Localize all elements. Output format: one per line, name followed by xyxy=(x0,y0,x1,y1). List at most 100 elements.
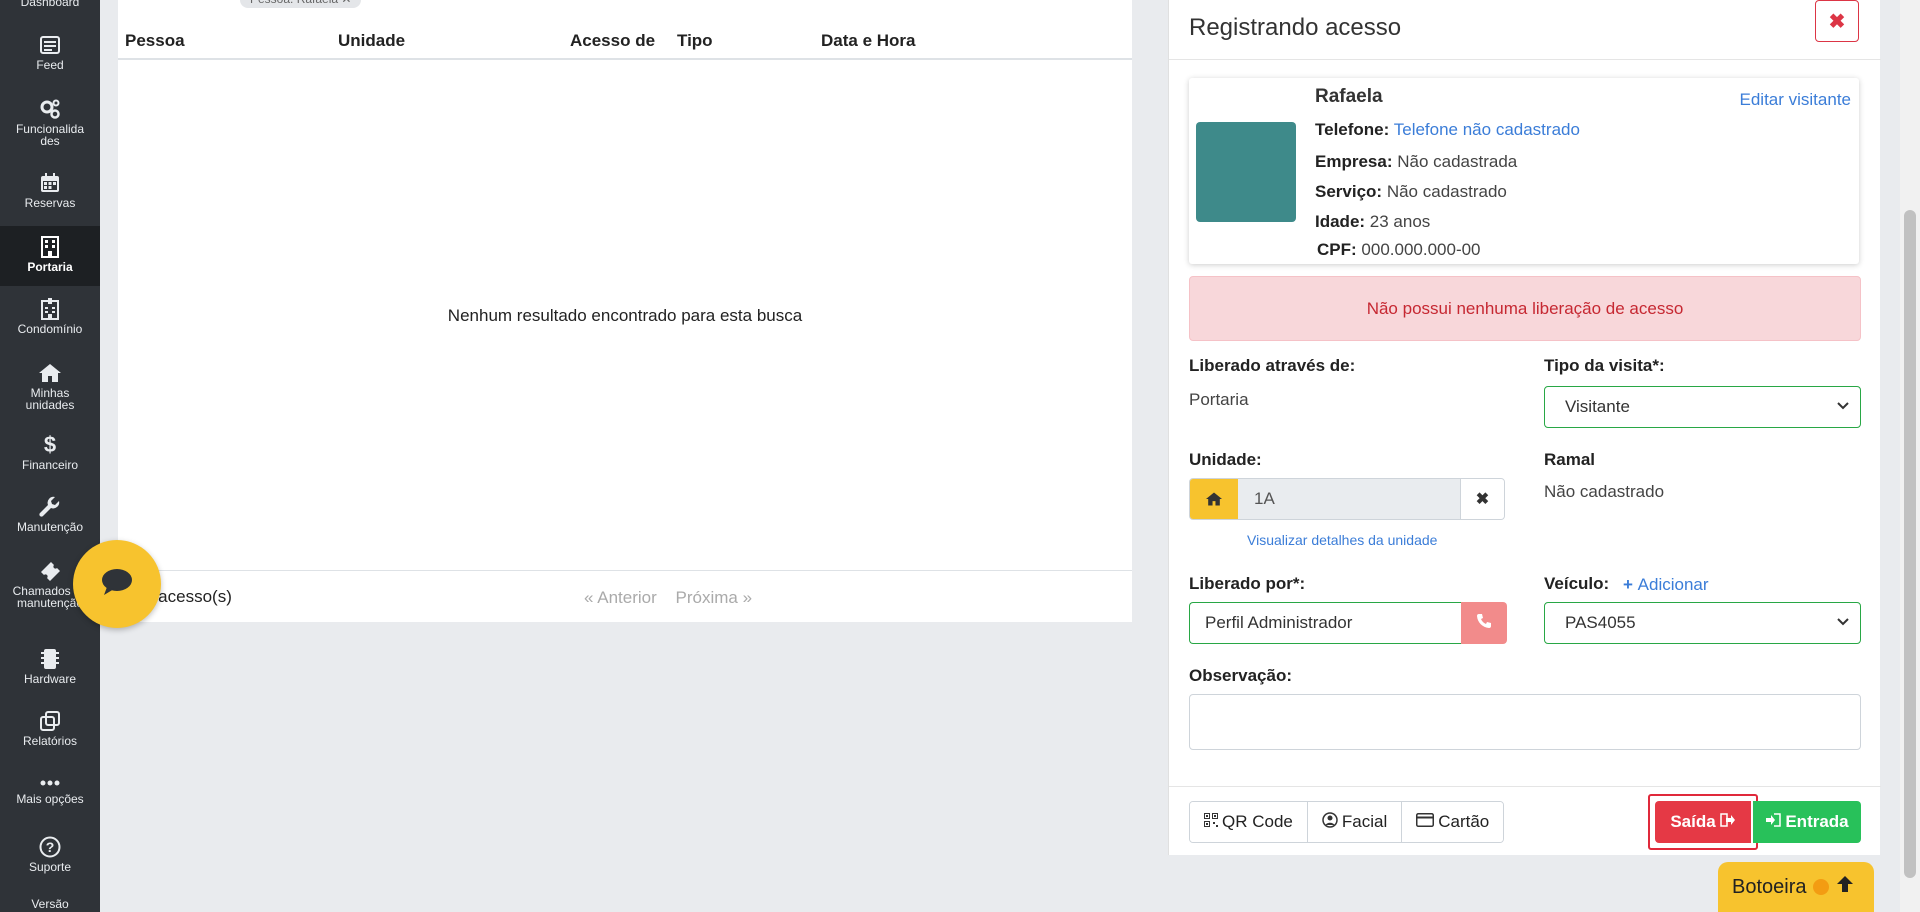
visitor-age: Idade: 23 anos xyxy=(1315,212,1430,232)
home-icon[interactable] xyxy=(1190,479,1238,519)
sidebar-item-label: Dashboard xyxy=(20,0,80,9)
add-vehicle-link[interactable]: + Adicionar xyxy=(1623,575,1709,595)
page-scrollbar[interactable] xyxy=(1900,0,1920,912)
visit-type-label: Tipo da visita*: xyxy=(1544,356,1665,375)
chip-icon xyxy=(39,648,61,670)
sidebar-item-label: Portaria xyxy=(27,260,73,274)
sidebar-item-hardware[interactable]: Hardware xyxy=(0,648,100,688)
question-icon: ? xyxy=(39,836,61,858)
sidebar-item-label: Condomínio xyxy=(17,322,83,336)
plus-icon: + xyxy=(1623,575,1638,594)
sidebar-item-relatorios[interactable]: Relatórios xyxy=(0,710,100,750)
no-permission-alert: Não possui nenhuma liberação de acesso xyxy=(1189,276,1861,341)
facial-button[interactable]: Facial xyxy=(1307,802,1403,842)
table-header: Pessoa Unidade Acesso de Tipo Data e Hor… xyxy=(118,28,1132,60)
sidebar-item-mais-opcoes[interactable]: Mais opções xyxy=(0,776,100,812)
sidebar-item-suporte[interactable]: ? Suporte xyxy=(0,836,100,876)
pagination: « Anterior Próxima » xyxy=(584,588,766,608)
wrench-icon xyxy=(39,496,61,518)
credit-card-icon xyxy=(1416,812,1435,832)
phone-icon xyxy=(1476,613,1492,634)
phone-label: Telefone: xyxy=(1315,120,1390,139)
entry-button[interactable]: Entrada xyxy=(1753,801,1861,843)
botoeira-button[interactable]: Botoeira xyxy=(1718,862,1874,912)
sidebar-item-feed[interactable]: Feed xyxy=(0,34,100,74)
ramal-label: Ramal xyxy=(1544,450,1596,469)
sidebar-item-financeiro[interactable]: $ Financeiro xyxy=(0,434,100,474)
close-button[interactable]: ✖ xyxy=(1815,0,1859,42)
svg-text:?: ? xyxy=(46,839,55,855)
sidebar-item-funcionalidades[interactable]: Funcionalida des xyxy=(0,98,100,148)
vehicle-select[interactable]: PAS4055 xyxy=(1544,602,1861,644)
cpf-value: 000.000.000-00 xyxy=(1361,240,1481,259)
sign-in-icon xyxy=(1765,812,1782,832)
column-header-data-hora[interactable]: Data e Hora xyxy=(821,31,915,51)
visitor-card: Rafaela Editar visitante Telefone: Telef… xyxy=(1189,78,1859,264)
call-button[interactable] xyxy=(1461,602,1507,644)
sidebar-item-minhas-unidades[interactable]: Minhas unidades xyxy=(0,362,100,412)
column-header-unidade[interactable]: Unidade xyxy=(338,31,405,51)
column-header-acesso-de[interactable]: Acesso de xyxy=(570,31,655,51)
sidebar: Dashboard Feed Funcionalida des Reservas… xyxy=(0,0,100,912)
copy-icon xyxy=(39,710,61,732)
visitor-cpf: CPF: 000.000.000-00 xyxy=(1317,240,1481,260)
close-icon: ✖ xyxy=(1828,10,1846,33)
sidebar-item-dashboard[interactable]: Dashboard xyxy=(0,0,100,12)
visit-type-value: Visitante xyxy=(1565,397,1630,416)
scroll-thumb[interactable] xyxy=(1904,210,1916,878)
phone-value[interactable]: Telefone não cadastrado xyxy=(1394,120,1580,139)
qr-code-label: QR Code xyxy=(1222,812,1293,831)
visitor-company: Empresa: Não cadastrada xyxy=(1315,152,1517,172)
card-button[interactable]: Cartão xyxy=(1402,802,1504,842)
chat-button[interactable] xyxy=(73,540,161,628)
clear-unit-button[interactable]: ✖ xyxy=(1460,479,1504,519)
sidebar-item-condominio[interactable]: Condomínio xyxy=(0,298,100,338)
sidebar-item-portaria[interactable]: Portaria xyxy=(0,226,100,286)
edit-visitor-link[interactable]: Editar visitante xyxy=(1740,90,1852,110)
released-via-value: Portaria xyxy=(1189,390,1249,409)
home-icon xyxy=(39,362,61,384)
exit-label: Saída xyxy=(1670,812,1716,831)
sidebar-item-label: Versão xyxy=(31,897,69,911)
access-table: Pessoa: Rafaela ✕ Pessoa Unidade Acesso … xyxy=(118,0,1132,622)
arrow-up-icon xyxy=(1835,874,1855,900)
dots-icon xyxy=(39,776,61,790)
entry-label: Entrada xyxy=(1785,812,1849,831)
visit-type-select[interactable]: Visitante xyxy=(1544,386,1861,428)
add-vehicle-label: Adicionar xyxy=(1637,575,1709,594)
released-by-input[interactable]: Perfil Administrador xyxy=(1189,602,1461,644)
released-by-value: Perfil Administrador xyxy=(1205,613,1353,632)
unit-input-group: 1A ✖ xyxy=(1189,478,1505,520)
sidebar-item-label: Relatórios xyxy=(22,734,78,748)
company-label: Empresa: xyxy=(1315,152,1393,171)
prev-page-link[interactable]: « Anterior xyxy=(584,588,657,607)
chat-bubble-icon xyxy=(101,568,133,601)
sidebar-item-label: Manutenção xyxy=(16,520,84,534)
building-icon xyxy=(39,236,61,258)
visitor-phone: Telefone: Telefone não cadastrado xyxy=(1315,120,1580,140)
sidebar-item-reservas[interactable]: Reservas xyxy=(0,172,100,212)
exit-button[interactable]: Saída xyxy=(1655,801,1751,843)
status-dot-icon xyxy=(1812,879,1829,895)
unit-details-link[interactable]: Visualizar detalhes da unidade xyxy=(1247,532,1437,548)
ramal-value: Não cadastrado xyxy=(1544,482,1665,501)
chevron-down-icon xyxy=(1836,613,1850,633)
sidebar-item-versao[interactable]: Versão xyxy=(0,898,100,912)
qr-code-icon xyxy=(1204,812,1218,832)
sidebar-item-label: Suporte xyxy=(28,860,72,874)
panel-title: Registrando acesso xyxy=(1189,14,1402,41)
access-panel: Registrando acesso ✖ Rafaela Editar visi… xyxy=(1168,0,1881,855)
next-page-link[interactable]: Próxima » xyxy=(676,588,753,607)
visitor-photo xyxy=(1196,122,1296,222)
sidebar-item-manutencao[interactable]: Manutenção xyxy=(0,496,100,536)
vehicle-label: Veículo: xyxy=(1544,574,1610,593)
observation-textarea[interactable] xyxy=(1189,694,1861,750)
column-header-tipo[interactable]: Tipo xyxy=(677,31,713,51)
column-header-pessoa[interactable]: Pessoa xyxy=(125,31,185,51)
dollar-icon: $ xyxy=(43,432,57,457)
chevron-down-icon xyxy=(1836,397,1850,417)
sidebar-item-label: Feed xyxy=(36,58,64,72)
gears-icon xyxy=(39,98,61,120)
qr-code-button[interactable]: QR Code xyxy=(1190,802,1308,842)
filter-chip[interactable]: Pessoa: Rafaela ✕ xyxy=(240,0,362,8)
